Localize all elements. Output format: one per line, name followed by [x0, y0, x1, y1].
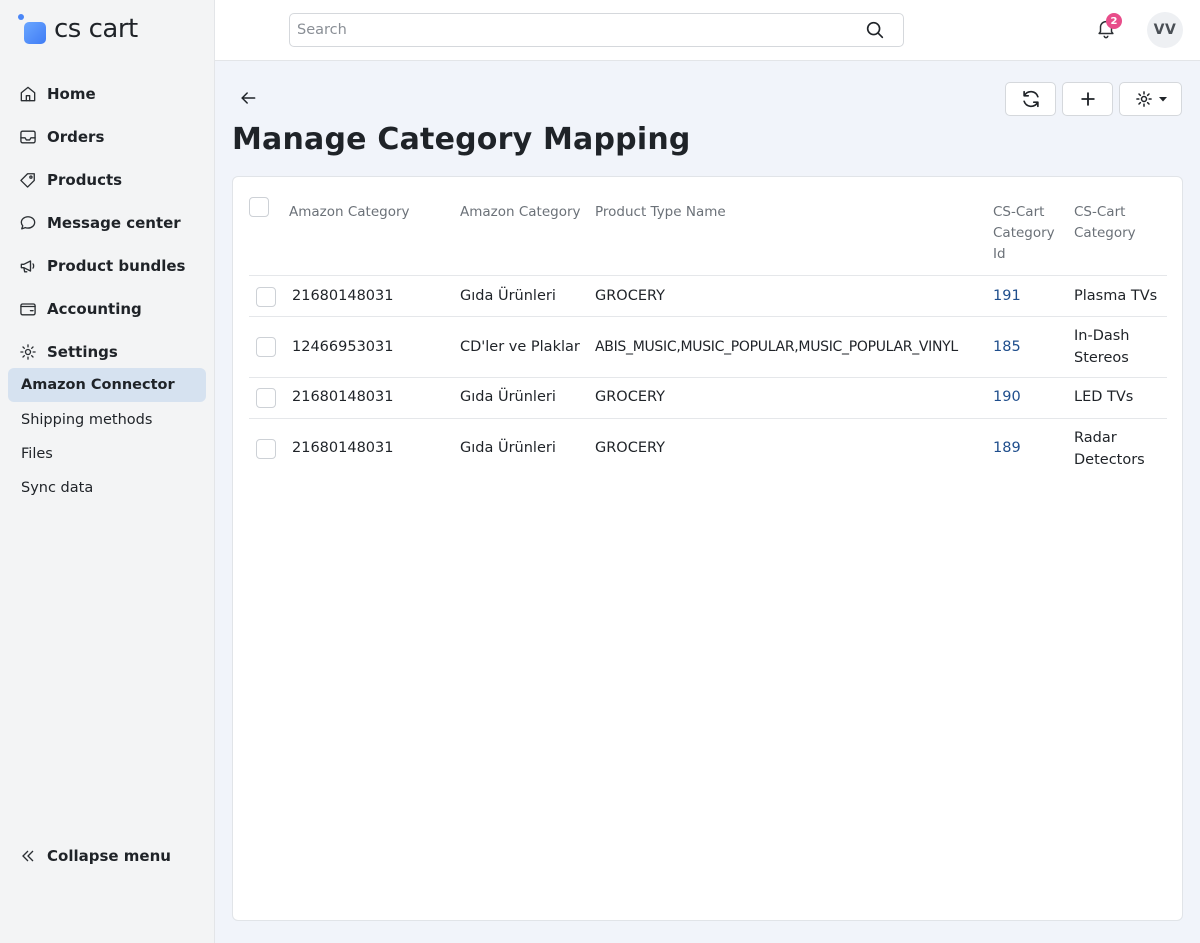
gear-icon — [1135, 91, 1152, 107]
row-divider — [249, 377, 1167, 378]
cell-cscart-category: Plasma TVs — [1074, 288, 1158, 304]
home-icon — [18, 84, 38, 104]
megaphone-icon — [18, 256, 38, 276]
cell-cscart-category: LED TVs — [1074, 389, 1134, 405]
logo[interactable]: cs cart — [18, 12, 138, 46]
row-checkbox[interactable] — [256, 388, 276, 408]
column-header-amazon-category-name[interactable]: Amazon Category — [460, 202, 581, 223]
sidebar-item-label: Message center — [47, 213, 181, 232]
sidebar-item-product-bundles[interactable]: Product bundles — [0, 244, 215, 287]
sidebar-subitem-amazon-connector[interactable]: Amazon Connector — [8, 368, 206, 402]
notifications-badge: 2 — [1106, 13, 1122, 29]
add-button[interactable] — [1062, 82, 1113, 116]
row-checkbox[interactable] — [256, 287, 276, 307]
sidebar-item-label: Orders — [47, 127, 105, 146]
category-mapping-table: Amazon Category Amazon Category Product … — [232, 176, 1183, 921]
sidebar-subitem-shipping-methods[interactable]: Shipping methods — [8, 403, 206, 437]
sidebar: cs cart Home Orders Products Message cen… — [0, 0, 215, 943]
cell-amazon-category-id: 21680148031 — [292, 389, 394, 405]
cell-product-type-name: GROCERY — [595, 389, 666, 405]
sidebar-subitem-sync-data[interactable]: Sync data — [8, 471, 206, 505]
gear-icon — [18, 342, 38, 362]
search-icon[interactable] — [864, 19, 886, 41]
row-checkbox[interactable] — [256, 337, 276, 357]
collapse-menu-label: Collapse menu — [47, 847, 171, 865]
column-header-product-type-name[interactable]: Product Type Name — [595, 202, 726, 223]
cell-product-type-name: ABIS_MUSIC,MUSIC_POPULAR,MUSIC_POPULAR_V… — [595, 339, 958, 355]
sidebar-item-label: Products — [47, 170, 123, 189]
inbox-icon — [18, 127, 38, 147]
search-input[interactable] — [290, 14, 864, 46]
notifications-button[interactable]: 2 — [1095, 13, 1122, 41]
cell-cscart-category-id-link[interactable]: 189 — [993, 437, 1021, 459]
arrow-left-icon — [241, 92, 256, 104]
settings-dropdown-button[interactable] — [1119, 82, 1182, 116]
double-chevron-left-icon — [22, 850, 34, 862]
sidebar-subitem-files[interactable]: Files — [8, 437, 206, 471]
sidebar-item-label: Settings — [47, 342, 118, 361]
cell-cscart-category: In-Dash Stereos — [1074, 328, 1130, 366]
cell-amazon-category-id: 12466953031 — [292, 339, 394, 355]
user-avatar[interactable]: VV — [1147, 12, 1183, 48]
collapse-menu-button[interactable]: Collapse menu — [18, 838, 171, 874]
sidebar-item-message-center[interactable]: Message center — [0, 201, 215, 244]
cell-cscart-category-id-link[interactable]: 185 — [993, 336, 1021, 358]
chat-icon — [18, 213, 38, 233]
sidebar-item-orders[interactable]: Orders — [0, 115, 215, 158]
select-all-checkbox[interactable] — [249, 197, 269, 217]
refresh-icon — [1022, 90, 1039, 108]
sidebar-nav: Home Orders Products Message center Prod… — [0, 72, 215, 373]
row-divider — [249, 316, 1167, 317]
sidebar-item-home[interactable]: Home — [0, 72, 215, 115]
cell-cscart-category-id-link[interactable]: 191 — [993, 285, 1021, 307]
cell-cscart-category-id-link[interactable]: 190 — [993, 386, 1021, 408]
logo-text: cs cart — [54, 14, 138, 44]
caret-down-icon — [1158, 97, 1167, 102]
tag-icon — [18, 170, 38, 190]
sidebar-item-label: Accounting — [47, 299, 142, 318]
sidebar-item-label: Home — [47, 84, 96, 103]
refresh-button[interactable] — [1005, 82, 1056, 116]
top-bar: 2 VV — [215, 0, 1200, 61]
row-divider — [249, 418, 1167, 419]
cell-amazon-category-name: Gıda Ürünleri — [460, 389, 556, 405]
column-header-cscart-category-id[interactable]: CS-Cart Category Id — [993, 202, 1063, 265]
sidebar-item-settings[interactable]: Settings — [0, 330, 215, 373]
cell-amazon-category-name: CD'ler ve Plaklar — [460, 339, 580, 355]
cell-amazon-category-id: 21680148031 — [292, 440, 394, 456]
sidebar-item-label: Product bundles — [47, 256, 186, 275]
search-box — [289, 13, 904, 47]
cell-amazon-category-name: Gıda Ürünleri — [460, 440, 556, 456]
cell-product-type-name: GROCERY — [595, 440, 666, 456]
cell-product-type-name: GROCERY — [595, 288, 666, 304]
column-header-amazon-category-id[interactable]: Amazon Category — [289, 202, 410, 223]
cell-cscart-category: Radar Detectors — [1074, 430, 1145, 468]
row-divider — [249, 275, 1167, 276]
cell-amazon-category-id: 21680148031 — [292, 288, 394, 304]
sidebar-item-products[interactable]: Products — [0, 158, 215, 201]
column-header-cscart-category[interactable]: CS-Cart Category — [1074, 202, 1144, 244]
plus-icon — [1080, 92, 1095, 106]
back-button[interactable] — [238, 88, 260, 110]
page-title: Manage Category Mapping — [232, 122, 691, 157]
row-checkbox[interactable] — [256, 439, 276, 459]
cell-amazon-category-name: Gıda Ürünleri — [460, 288, 556, 304]
logo-mark-icon — [18, 14, 48, 44]
wallet-icon — [18, 299, 38, 319]
sidebar-item-accounting[interactable]: Accounting — [0, 287, 215, 330]
